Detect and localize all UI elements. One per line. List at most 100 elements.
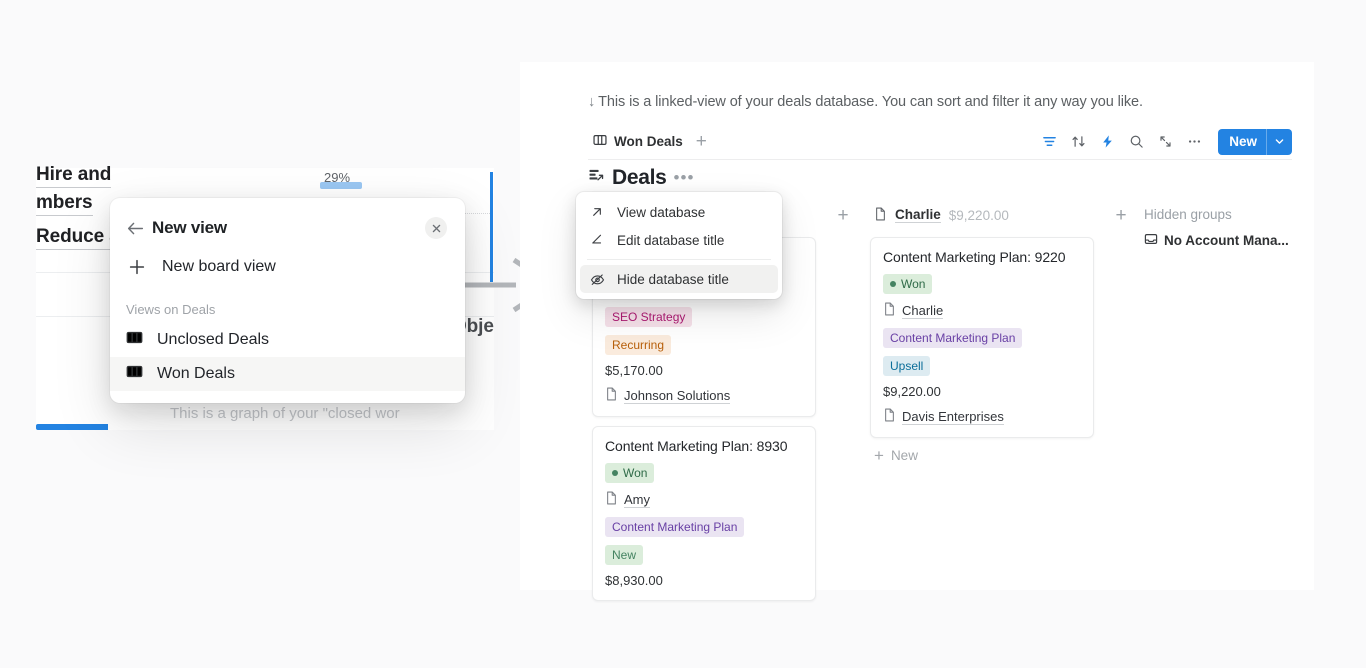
new-button[interactable]: New xyxy=(1218,128,1292,155)
pencil-icon xyxy=(589,233,605,247)
board-column: Charlie $9,220.00 Content Marketing Plan… xyxy=(858,202,1106,590)
new-board-view-button[interactable]: New board view xyxy=(110,248,465,286)
status-label: Won xyxy=(623,466,648,480)
view-item-label: Won Deals xyxy=(157,365,235,382)
notion-page-panel: ↓ This is a linked-view of your deals dat… xyxy=(520,62,1314,601)
inbox-icon xyxy=(1144,232,1158,249)
page-icon xyxy=(883,408,896,425)
page-icon xyxy=(883,302,896,319)
close-button[interactable] xyxy=(425,217,447,239)
board-column-sum: $9,220.00 xyxy=(948,207,1009,223)
add-group-button-1[interactable]: + xyxy=(828,202,858,590)
card-amount: $9,220.00 xyxy=(883,384,941,399)
card-tag: Upsell xyxy=(883,356,931,376)
linked-view-hint-text: This is a linked-view of your deals data… xyxy=(598,94,1143,110)
card-title: Content Marketing Plan: 8930 xyxy=(605,438,788,454)
board-view-icon xyxy=(126,329,143,351)
page-icon xyxy=(605,491,618,508)
card-company-name: Johnson Solutions xyxy=(624,387,731,404)
tab-label: Won Deals xyxy=(614,134,683,149)
add-group-button-2[interactable]: + xyxy=(1106,202,1136,590)
plus-icon: + xyxy=(874,446,884,465)
search-icon[interactable] xyxy=(1129,134,1144,149)
status-dot-icon xyxy=(612,470,618,476)
background-caption: This is a graph of your "closed wor xyxy=(170,405,400,422)
card-company[interactable]: Davis Enterprises xyxy=(883,408,1081,425)
add-view-button[interactable]: + xyxy=(696,132,707,151)
background-heading-1: Hire and xyxy=(36,164,111,188)
new-view-title: New view xyxy=(152,218,227,237)
background-accent-bar xyxy=(36,424,108,430)
board-card[interactable]: Content Marketing Plan: 8930 Won Amy Con… xyxy=(592,426,816,601)
linked-database-icon xyxy=(588,167,605,189)
card-amount: $5,170.00 xyxy=(605,363,663,378)
filter-icon[interactable] xyxy=(1042,134,1057,149)
view-item-unclosed-deals[interactable]: Unclosed Deals xyxy=(110,323,465,357)
lightning-icon[interactable] xyxy=(1100,134,1115,149)
add-card-button[interactable]: + New xyxy=(870,438,1094,464)
eye-off-icon xyxy=(589,272,605,287)
board-column-header[interactable]: Charlie $9,220.00 xyxy=(870,202,1094,228)
board-view-icon xyxy=(126,363,143,385)
views-section-label: Views on Deals xyxy=(126,302,216,317)
hidden-groups: Hidden groups No Account Mana... xyxy=(1136,202,1366,590)
arrow-up-right-icon xyxy=(589,205,605,219)
tab-won-deals[interactable]: Won Deals xyxy=(588,130,688,153)
status-badge: Won xyxy=(883,274,933,294)
expand-icon[interactable] xyxy=(1158,134,1173,149)
menu-item-hide-database-title[interactable]: Hide database title xyxy=(580,265,778,293)
menu-item-label: Hide database title xyxy=(617,271,729,287)
card-company[interactable]: Johnson Solutions xyxy=(605,387,803,404)
card-tag: Content Marketing Plan xyxy=(605,517,745,537)
background-progress-bar xyxy=(320,182,362,189)
page-icon xyxy=(605,387,618,404)
new-view-header: New view xyxy=(110,208,465,248)
menu-item-view-database[interactable]: View database xyxy=(580,198,778,226)
down-arrow-icon: ↓ xyxy=(588,94,596,110)
menu-item-edit-database-title[interactable]: Edit database title xyxy=(580,226,778,254)
sort-icon[interactable] xyxy=(1071,134,1086,149)
new-view-panel: New view New board view Views on Deals U… xyxy=(110,198,465,403)
card-title: Content Marketing Plan: 9220 xyxy=(883,249,1066,265)
database-context-menu: View database Edit database title Hide d… xyxy=(576,192,782,299)
card-company-name: Davis Enterprises xyxy=(902,408,1004,425)
database-menu-button[interactable]: ••• xyxy=(674,169,695,186)
card-amount: $8,930.00 xyxy=(605,573,663,588)
card-person[interactable]: Charlie xyxy=(883,302,1081,319)
new-board-view-label: New board view xyxy=(162,258,276,275)
card-tag: SEO Strategy xyxy=(605,307,693,327)
background-heading-3: Reduce a xyxy=(36,226,120,250)
chevron-down-icon[interactable] xyxy=(1267,136,1292,147)
board-view-icon xyxy=(593,133,607,150)
status-label: Won xyxy=(901,277,926,291)
card-tag: Recurring xyxy=(605,335,672,355)
view-item-won-deals[interactable]: Won Deals xyxy=(110,357,465,391)
hidden-groups-title: Hidden groups xyxy=(1144,207,1232,222)
menu-divider xyxy=(587,259,771,260)
card-person[interactable]: Amy xyxy=(605,491,803,508)
view-toolbar-actions: New xyxy=(1042,128,1292,155)
card-tag: Content Marketing Plan xyxy=(883,328,1023,348)
board-column-name: Charlie xyxy=(895,207,941,223)
database-title[interactable]: Deals xyxy=(612,166,667,190)
status-badge: Won xyxy=(605,463,655,483)
view-toolbar: Won Deals + New xyxy=(588,124,1292,160)
hidden-group-label: No Account Mana... xyxy=(1164,233,1289,248)
board-card[interactable]: Content Marketing Plan: 9220 Won Charlie xyxy=(870,237,1094,438)
card-person-name: Charlie xyxy=(902,302,944,319)
menu-item-label: View database xyxy=(617,204,706,220)
menu-item-label: Edit database title xyxy=(617,232,725,248)
new-button-label: New xyxy=(1229,134,1257,149)
page-icon xyxy=(874,207,887,224)
background-heading-2: mbers xyxy=(36,192,93,216)
status-dot-icon xyxy=(890,281,896,287)
add-card-label: New xyxy=(890,448,918,463)
screen: Hire and mbers Reduce a 29% nnar Obje Th… xyxy=(0,0,1366,668)
card-person-name: Amy xyxy=(624,491,650,508)
card-tag: New xyxy=(605,545,644,565)
hidden-group-item[interactable]: No Account Mana... xyxy=(1144,232,1366,249)
back-button[interactable] xyxy=(126,219,152,238)
linked-view-hint: ↓ This is a linked-view of your deals dat… xyxy=(588,94,1143,110)
view-item-label: Unclosed Deals xyxy=(157,331,270,348)
more-horizontal-icon[interactable] xyxy=(1187,134,1202,149)
